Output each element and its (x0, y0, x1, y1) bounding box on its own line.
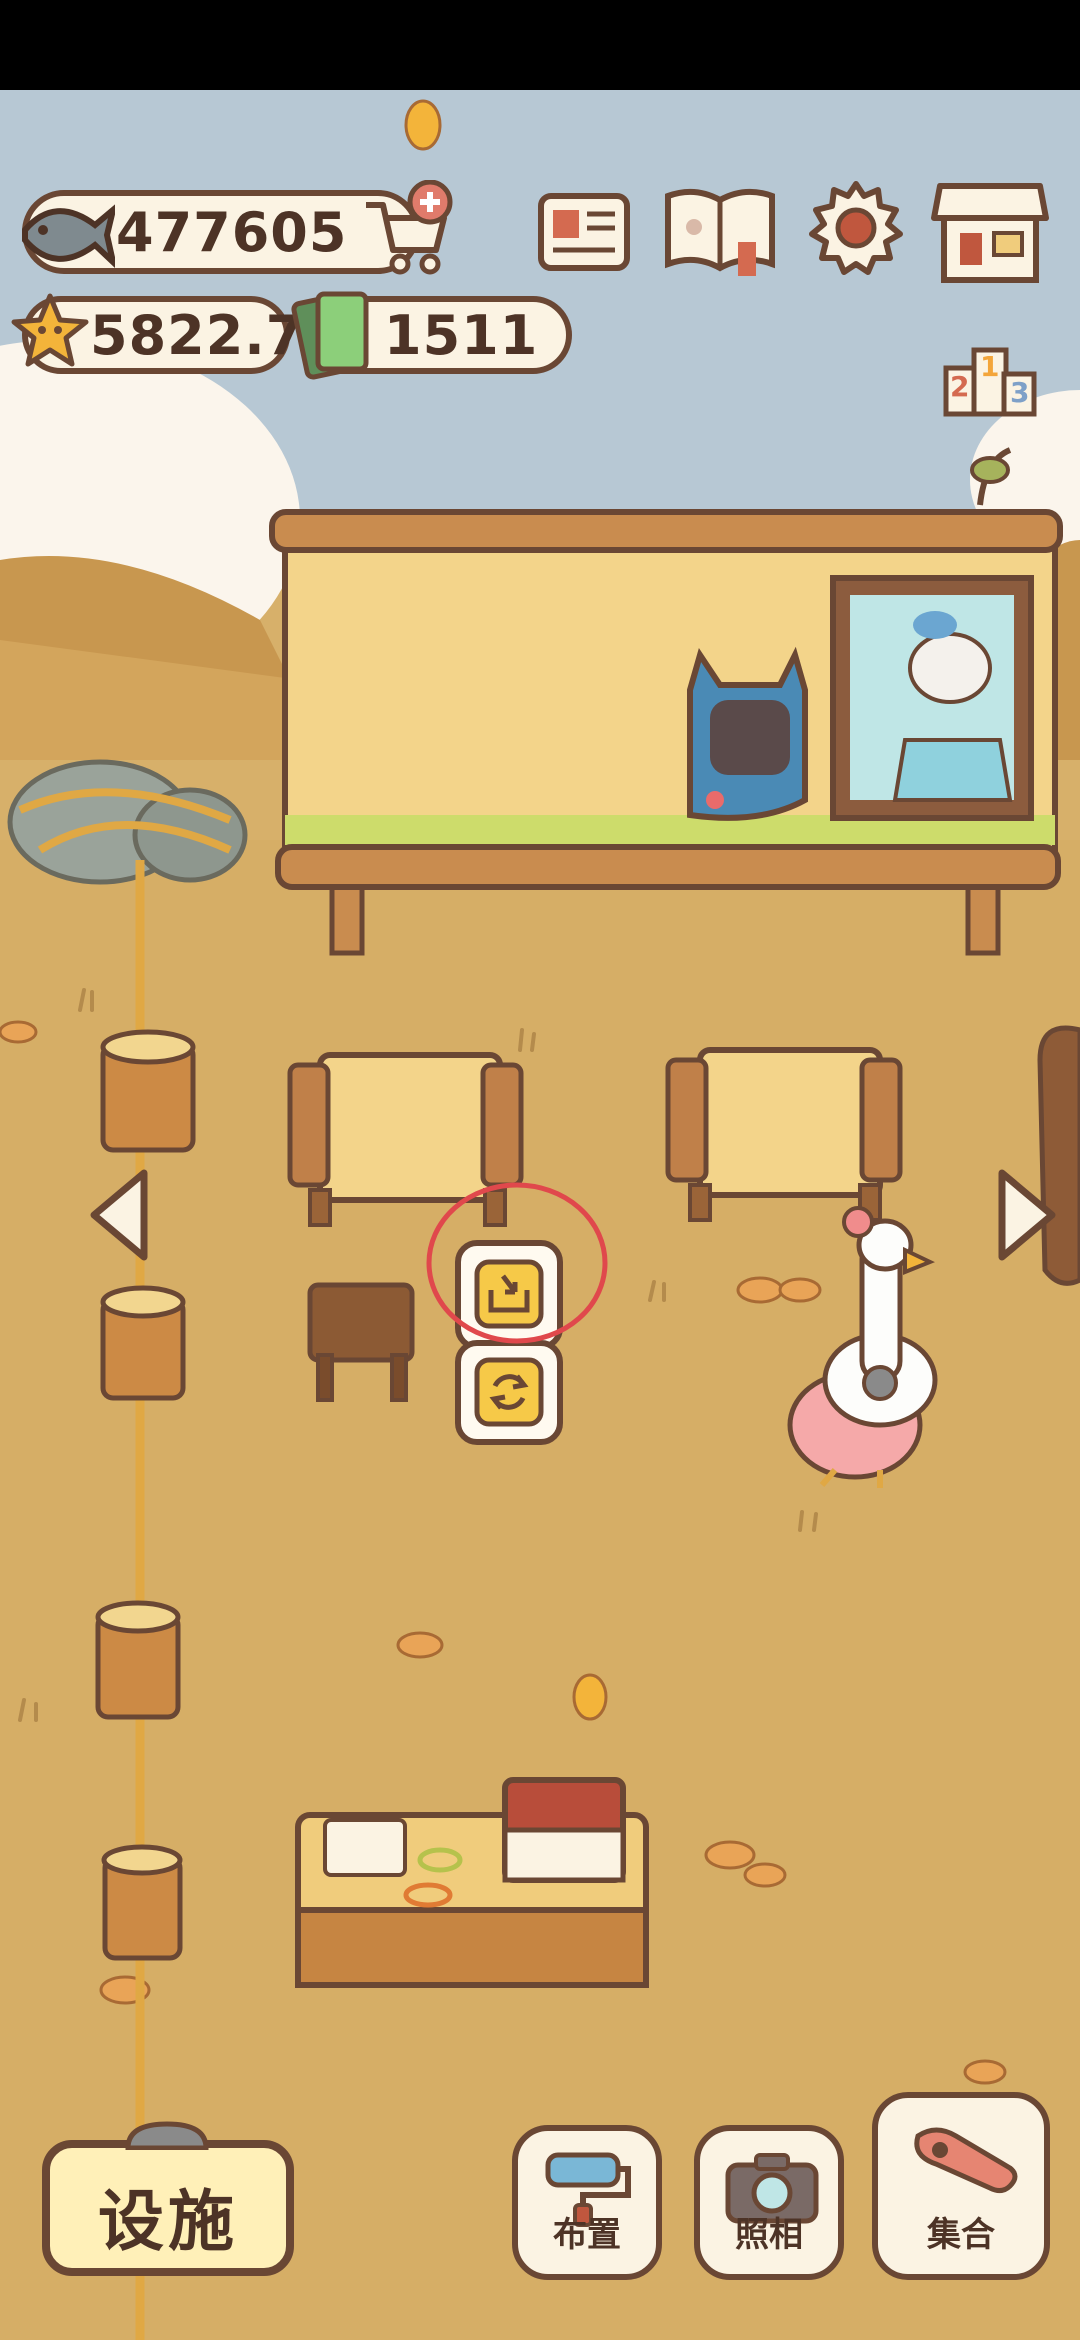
ticket-icon (291, 291, 369, 380)
star-icon (11, 293, 89, 367)
facility-label: 设施 (98, 2183, 238, 2260)
cart-add-icon[interactable] (358, 180, 458, 280)
podium-icon[interactable]: 2 1 3 (942, 340, 1038, 418)
layout-label: 布置 (553, 2215, 621, 2255)
photo-label: 照相 (735, 2215, 803, 2255)
gear-icon[interactable] (806, 178, 906, 278)
ticket-count: 1511 (384, 303, 539, 367)
highlight-circle (426, 1182, 608, 1344)
rotate-item-button[interactable] (455, 1340, 563, 1445)
rotate-icon (474, 1357, 544, 1427)
star-count: 5822.7 (90, 303, 305, 367)
podium-first: 1 (980, 350, 1000, 383)
newspaper-icon[interactable] (535, 186, 633, 276)
layout-button[interactable]: 布置 (512, 2125, 662, 2280)
facility-button[interactable]: 设施 (42, 2121, 294, 2276)
shop-icon[interactable] (930, 178, 1050, 288)
paw-book-icon[interactable] (660, 182, 780, 282)
arrow-left-button[interactable] (84, 1165, 154, 1265)
gather-button[interactable]: 集合 (872, 2092, 1050, 2280)
arrow-right-button[interactable] (992, 1165, 1062, 1265)
podium-second: 2 (950, 370, 970, 403)
gather-label: 集合 (927, 2215, 995, 2255)
fish-count: 477605 (116, 200, 348, 264)
photo-button[interactable]: 照相 (694, 2125, 844, 2280)
podium-third: 3 (1010, 376, 1030, 409)
whistle-icon (914, 2127, 1018, 2194)
clip-icon (125, 2121, 209, 2150)
fish-icon (22, 204, 115, 269)
